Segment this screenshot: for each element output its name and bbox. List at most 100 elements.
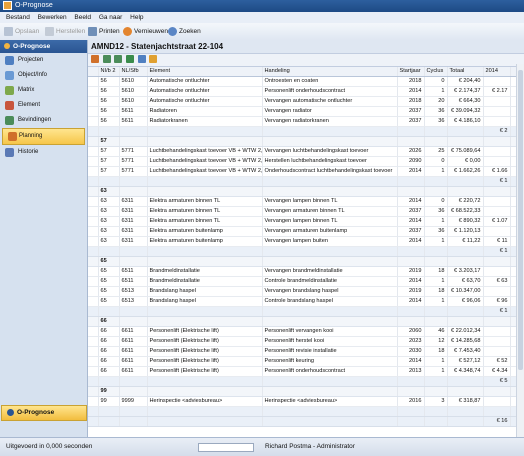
print-button[interactable]: Printen bbox=[88, 26, 120, 37]
sidebar-item-historie[interactable]: Historie bbox=[0, 145, 87, 160]
row-selector[interactable] bbox=[88, 226, 99, 237]
table-row[interactable]: 66 6611 Personenlift (Elektrische lift) Per… bbox=[88, 336, 524, 347]
row-selector[interactable] bbox=[88, 156, 99, 167]
sidebar-item-element[interactable]: Element bbox=[0, 98, 87, 113]
row-selector[interactable] bbox=[88, 326, 99, 337]
menu-ga-naar[interactable]: Ga naar bbox=[99, 14, 123, 21]
sidebar-item-projecten[interactable]: Projecten bbox=[0, 53, 87, 68]
row-selector-header[interactable] bbox=[88, 67, 99, 77]
row-selector[interactable] bbox=[88, 216, 99, 227]
table-row[interactable]: 66 6611 Personenlift (Elektrische lift) Per… bbox=[88, 326, 524, 337]
group-row[interactable]: 65 bbox=[88, 256, 524, 267]
row-selector[interactable] bbox=[88, 266, 99, 277]
save-button[interactable]: Opslaan bbox=[4, 26, 39, 37]
filter-icon[interactable] bbox=[137, 55, 146, 63]
subtotal-row[interactable]: € 1 bbox=[88, 306, 524, 317]
table-row[interactable]: 66 6611 Personenlift (Elektrische lift) Per… bbox=[88, 356, 524, 367]
row-selector[interactable] bbox=[88, 396, 99, 407]
table-row[interactable]: 99 9999 Herinspectie <adviesbureau> Herinsp… bbox=[88, 396, 524, 407]
row-selector[interactable] bbox=[88, 376, 99, 387]
table-row[interactable]: 57 5771 Luchtbehandelingskast toevoer VB +… bbox=[88, 156, 524, 167]
row-selector[interactable] bbox=[88, 196, 99, 207]
column-header[interactable]: NI/b 2 bbox=[98, 67, 120, 77]
row-selector[interactable] bbox=[88, 276, 99, 287]
sidebar-item-object-info[interactable]: Object/Info bbox=[0, 68, 87, 83]
column-header[interactable]: Element bbox=[147, 67, 263, 77]
menu-help[interactable]: Help bbox=[130, 14, 143, 21]
subtotal-row[interactable]: € 16 bbox=[88, 416, 524, 427]
table-row[interactable]: 66 6611 Personenlift (Elektrische lift) Per… bbox=[88, 366, 524, 377]
row-selector[interactable] bbox=[88, 406, 99, 417]
row-selector[interactable] bbox=[88, 336, 99, 347]
row-selector[interactable] bbox=[88, 146, 99, 157]
table-row[interactable]: 56 5610 Automatische ontluchter Personenlif… bbox=[88, 86, 524, 97]
row-selector[interactable] bbox=[88, 236, 99, 247]
row-selector[interactable] bbox=[88, 296, 99, 307]
column-header[interactable]: Startjaar bbox=[397, 67, 425, 77]
search-button[interactable]: Zoeken bbox=[168, 26, 201, 37]
row-selector[interactable] bbox=[88, 126, 99, 137]
column-header[interactable]: 2014 bbox=[483, 67, 511, 77]
refresh-button[interactable]: Vernieuwen bbox=[123, 26, 168, 37]
subtotal-row[interactable]: € 1 bbox=[88, 246, 524, 257]
table-row[interactable]: 65 6513 Brandslang haspel Vervangen brandsl… bbox=[88, 286, 524, 297]
vertical-scrollbar[interactable] bbox=[516, 64, 524, 437]
group-row[interactable]: 66 bbox=[88, 316, 524, 327]
export-icon[interactable] bbox=[149, 55, 158, 63]
sidebar-item-matrix[interactable]: Matrix bbox=[0, 83, 87, 98]
table-row[interactable]: 63 6311 Elektra armaturen buitenlamp Vervan… bbox=[88, 226, 524, 237]
group-row[interactable]: 63 bbox=[88, 186, 524, 197]
column-header[interactable]: Cyclus bbox=[424, 67, 448, 77]
row-selector[interactable] bbox=[88, 96, 99, 107]
row-selector[interactable] bbox=[88, 256, 99, 267]
sidebar-item-planning[interactable]: Planning bbox=[2, 128, 85, 145]
row-selector[interactable] bbox=[88, 136, 99, 147]
subtotal-row[interactable] bbox=[88, 406, 524, 417]
table-row[interactable]: 56 5611 Radiatorkranen Vervangen radiatorkr… bbox=[88, 116, 524, 127]
column-header[interactable]: Handeling bbox=[262, 67, 398, 77]
row-selector[interactable] bbox=[88, 416, 99, 427]
table-row[interactable]: 63 6311 Elektra armaturen binnen TL Vervang… bbox=[88, 216, 524, 227]
table-row[interactable]: 63 6311 Elektra armaturen binnen TL Vervang… bbox=[88, 206, 524, 217]
row-selector[interactable] bbox=[88, 186, 99, 197]
subtotal-row[interactable]: € 1 bbox=[88, 176, 524, 187]
table-row[interactable]: 56 5610 Automatische ontluchter Ontroesten … bbox=[88, 76, 524, 87]
group-row[interactable]: 57 bbox=[88, 136, 524, 147]
row-selector[interactable] bbox=[88, 316, 99, 327]
row-selector[interactable] bbox=[88, 386, 99, 397]
row-selector[interactable] bbox=[88, 166, 99, 177]
check-icon[interactable] bbox=[114, 55, 123, 63]
excel-icon[interactable] bbox=[126, 55, 135, 63]
table-row[interactable]: 65 6511 Brandmeldinstallatie Vervangen bran… bbox=[88, 266, 524, 277]
subtotal-row[interactable]: € 5 bbox=[88, 376, 524, 387]
row-selector[interactable] bbox=[88, 106, 99, 117]
table-row[interactable]: 56 5611 Radiatoren Vervangen radiator 2037 36… bbox=[88, 106, 524, 117]
menu-bestand[interactable]: Bestand bbox=[6, 14, 30, 21]
group-row[interactable]: 99 bbox=[88, 386, 524, 397]
table-row[interactable]: 56 5610 Automatische ontluchter Vervangen a… bbox=[88, 96, 524, 107]
restore-button[interactable]: Herstellen bbox=[45, 26, 85, 37]
row-selector[interactable] bbox=[88, 346, 99, 357]
table-row[interactable]: 57 5771 Luchtbehandelingskast toevoer VB +… bbox=[88, 146, 524, 157]
sidebar-bottom-button[interactable]: O-Prognose bbox=[1, 405, 87, 421]
column-header[interactable]: NL/Sfb bbox=[119, 67, 148, 77]
menu-beeld[interactable]: Beeld bbox=[74, 14, 91, 21]
row-selector[interactable] bbox=[88, 206, 99, 217]
scrollbar-thumb[interactable] bbox=[518, 70, 523, 370]
row-selector[interactable] bbox=[88, 86, 99, 97]
table-row[interactable]: 65 6511 Brandmeldinstallatie Controle brand… bbox=[88, 276, 524, 287]
row-selector[interactable] bbox=[88, 246, 99, 257]
table-row[interactable]: 63 6311 Elektra armaturen buitenlamp Vervan… bbox=[88, 236, 524, 247]
row-selector[interactable] bbox=[88, 176, 99, 187]
row-selector[interactable] bbox=[88, 356, 99, 367]
menu-bewerken[interactable]: Bewerken bbox=[38, 14, 67, 21]
row-selector[interactable] bbox=[88, 286, 99, 297]
column-header[interactable]: Totaal bbox=[447, 67, 484, 77]
row-selector[interactable] bbox=[88, 76, 99, 87]
table-row[interactable]: 63 6311 Elektra armaturen binnen TL Vervang… bbox=[88, 196, 524, 207]
table-row[interactable]: 66 6611 Personenlift (Elektrische lift) Per… bbox=[88, 346, 524, 357]
delete-icon[interactable] bbox=[91, 55, 99, 63]
table-row[interactable]: 57 5771 Luchtbehandelingskast toevoer VB +… bbox=[88, 166, 524, 177]
add-icon[interactable] bbox=[102, 55, 111, 63]
row-selector[interactable] bbox=[88, 366, 99, 377]
